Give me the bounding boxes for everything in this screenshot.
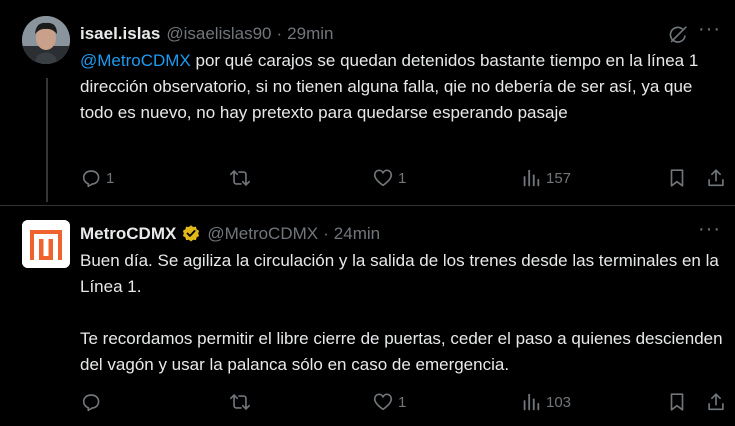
views-icon [520,167,542,189]
views-count: 103 [546,393,572,411]
like-count: 1 [398,393,407,411]
bookmark-icon [666,167,688,189]
like-button[interactable]: 1 [372,390,406,414]
tweet-actions: 1 1 157 [80,166,735,190]
share-icon [705,391,727,413]
reply-count: 1 [106,169,115,187]
tweet-isael-islas[interactable]: isael.islas @isaelislas90 · 29min ··· @M… [0,0,735,205]
bookmark-button[interactable] [666,390,688,414]
separator-dot: · [323,224,329,243]
repost-icon [228,391,252,413]
like-button[interactable]: 1 [372,166,406,190]
grok-icon[interactable] [667,24,689,51]
views-count: 157 [546,169,572,187]
tweet-text: Buen día. Se agiliza la circulación y la… [80,251,723,374]
avatar-isael-islas[interactable] [22,16,70,64]
tweet-actions: 1 103 [80,390,735,414]
views-button[interactable]: 103 [520,390,571,414]
verified-badge-icon[interactable] [181,224,201,244]
like-icon [372,167,394,189]
timestamp[interactable]: 29min [287,24,333,44]
mention-link[interactable]: @MetroCDMX [80,51,191,70]
tweet-header: isael.islas @isaelislas90 · 29min ··· [80,19,735,46]
display-name[interactable]: MetroCDMX [80,224,176,244]
thread-connector-line [46,78,48,202]
avatar-metrocdmx-logo[interactable] [22,220,70,268]
bookmark-button[interactable] [666,166,688,190]
tweet-metrocdmx[interactable]: MetroCDMX @MetroCDMX · 24min ··· Buen dí… [0,205,735,426]
repost-button[interactable] [228,390,256,414]
like-icon [372,391,394,413]
views-icon [520,391,542,413]
views-button[interactable]: 157 [520,166,571,190]
display-name[interactable]: isael.islas [80,24,160,44]
user-handle[interactable]: @isaelislas90 [166,24,271,44]
share-button[interactable] [705,166,727,190]
share-icon [705,167,727,189]
timestamp[interactable]: 24min [334,224,380,244]
repost-button[interactable] [228,166,256,190]
tweet-text: @MetroCDMX por qué carajos se quedan det… [80,48,725,126]
reply-button[interactable]: 1 [80,166,114,190]
separator-dot: · [276,24,283,43]
reply-icon [80,391,102,413]
share-button[interactable] [705,390,727,414]
reply-button[interactable] [80,390,106,414]
tweet-header: MetroCDMX @MetroCDMX · 24min ··· [80,219,735,246]
like-count: 1 [398,169,407,187]
reply-icon [80,167,102,189]
bookmark-icon [666,391,688,413]
more-options-icon[interactable]: ··· [698,219,721,239]
user-handle[interactable]: @MetroCDMX [207,224,318,244]
more-options-icon[interactable]: ··· [698,19,721,39]
repost-icon [228,167,252,189]
